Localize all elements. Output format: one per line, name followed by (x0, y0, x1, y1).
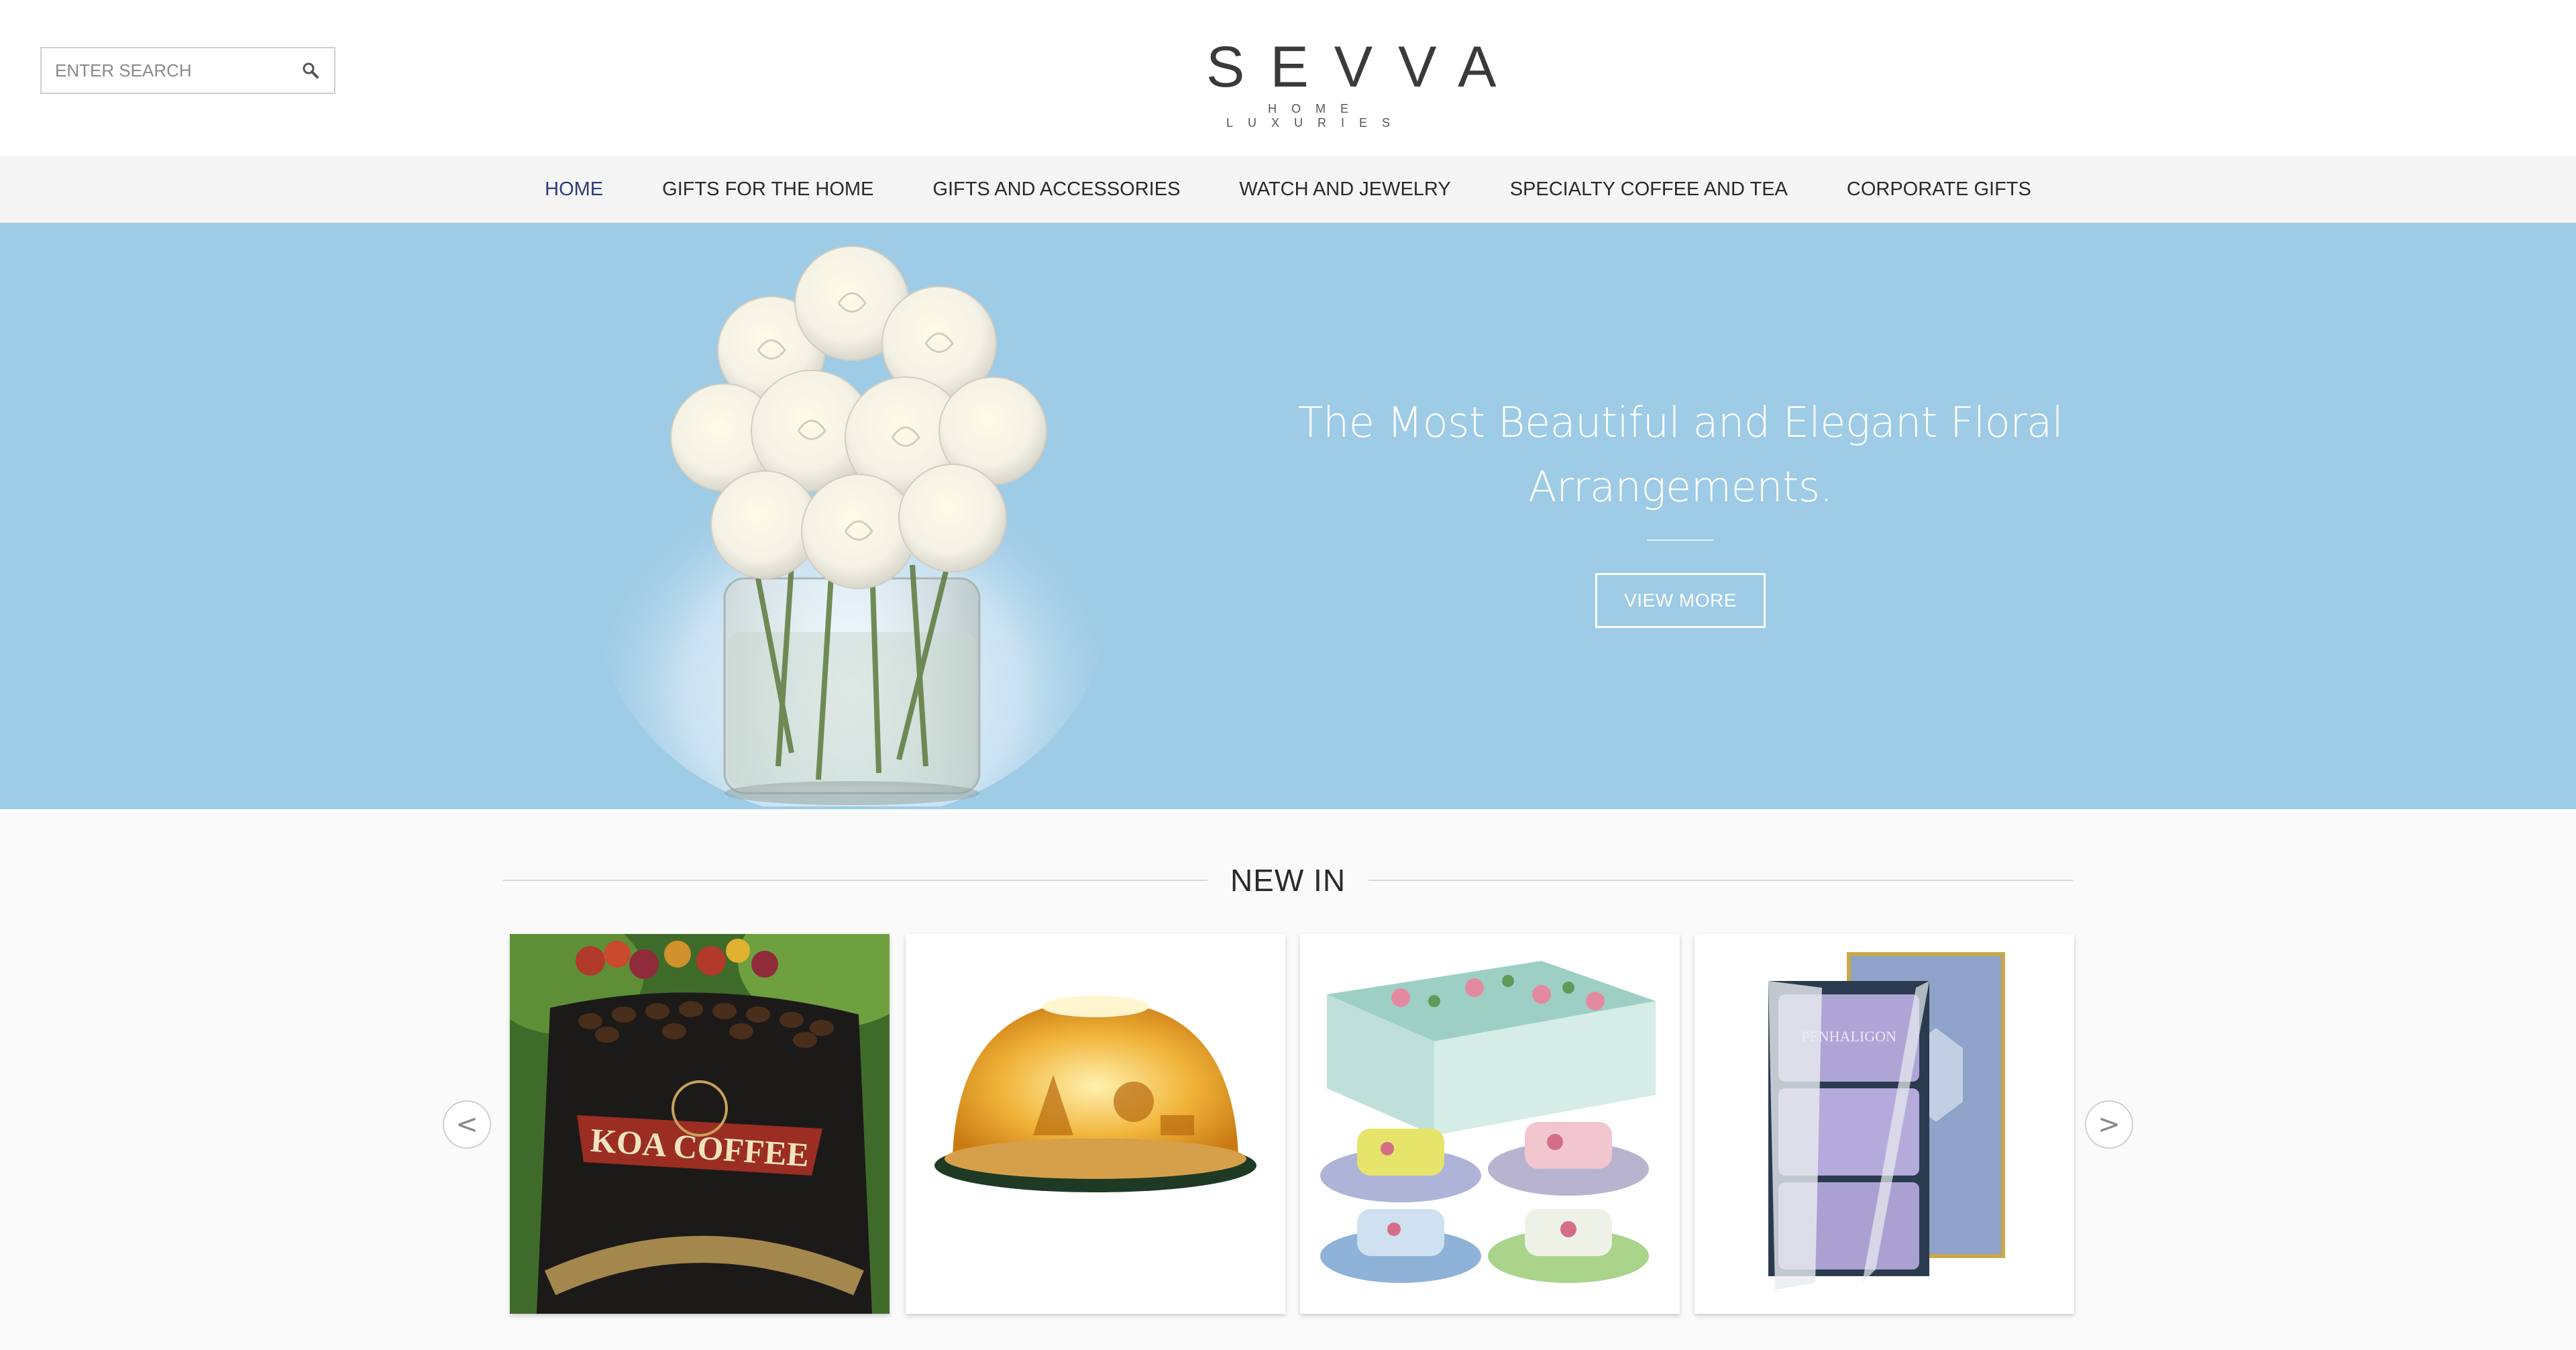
nav-item-specialty-coffee-and-tea[interactable]: SPECIALTY COFFEE AND TEA (1510, 178, 1788, 201)
logo-name: SEVVA (1206, 35, 1522, 99)
hero-headline: The Most Beautiful and Elegant Floral Ar… (1297, 398, 2063, 511)
divider-line (503, 880, 1208, 881)
product-card-penhaligon-soap[interactable]: PENHALIGON (1695, 934, 2074, 1314)
product-card-koa-coffee[interactable]: KOA COFFEE (510, 934, 890, 1314)
carousel-next-button[interactable]: > (2085, 1100, 2133, 1149)
hero-banner: The Most Beautiful and Elegant Floral Ar… (0, 223, 2576, 809)
nav-item-corporate-gifts[interactable]: CORPORATE GIFTS (1847, 178, 2031, 201)
product-card-porcelain-lamp[interactable] (906, 934, 1285, 1314)
search-button[interactable] (287, 48, 334, 93)
section-title: NEW IN (1230, 863, 1346, 898)
penhaligon-soap-box-image: PENHALIGON (1695, 934, 2074, 1314)
tea-set-image (1300, 934, 1680, 1314)
site-header: SEVVA HOME LUXURIES (0, 0, 2576, 156)
koa-coffee-bag-image: KOA COFFEE (510, 934, 890, 1314)
nav-item-watch-and-jewelry[interactable]: WATCH AND JEWELRY (1239, 178, 1450, 201)
white-roses-vase-image (597, 246, 1107, 807)
product-card-tea-set[interactable] (1300, 934, 1680, 1314)
new-in-header: NEW IN (503, 860, 2074, 900)
nav-item-gifts-and-accessories[interactable]: GIFTS AND ACCESSORIES (932, 178, 1180, 201)
search-icon (303, 62, 319, 79)
view-more-button[interactable]: VIEW MORE (1595, 573, 1766, 628)
search-input[interactable] (42, 48, 287, 93)
porcelain-lamp-image (906, 934, 1285, 1314)
hero-divider (1647, 539, 1714, 541)
main-nav: HOME GIFTS FOR THE HOME GIFTS AND ACCESS… (0, 156, 2576, 223)
divider-line (1368, 880, 2074, 881)
carousel-prev-button[interactable]: < (443, 1100, 491, 1149)
logo-tagline: HOME LUXURIES (1226, 102, 1405, 129)
search-box (40, 47, 335, 94)
hero-text-block: The Most Beautiful and Elegant Floral Ar… (1261, 391, 2100, 628)
nav-item-gifts-for-the-home[interactable]: GIFTS FOR THE HOME (662, 178, 873, 201)
nav-item-home[interactable]: HOME (545, 178, 603, 201)
site-logo[interactable]: SEVVA HOME LUXURIES (1181, 35, 1522, 130)
